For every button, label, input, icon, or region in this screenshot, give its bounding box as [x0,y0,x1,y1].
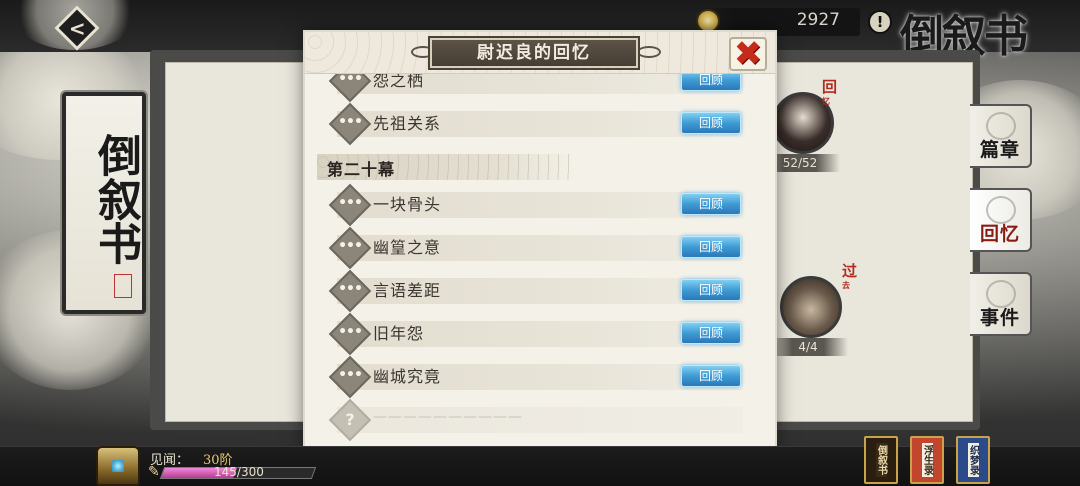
memory-item: ••• 先祖关系 回顾 [317,102,763,148]
tab-ornament-icon [986,112,1016,140]
review-button[interactable]: 回顾 [681,236,741,258]
chapter-title: 第二十幕 [327,160,396,179]
coin-icon [696,9,720,33]
memory-item-label: 先祖关系 [373,114,442,133]
memory-item-label: 幽篁之意 [373,238,442,257]
memory-item-label: 一块骨头 [373,195,442,214]
review-button[interactable]: 回顾 [681,279,741,301]
memory-item: ••• 一块骨头 回顾 [317,183,763,229]
review-button[interactable]: 回顾 [681,74,741,91]
tab-ornament-icon [986,196,1016,224]
back-arrow-icon: < [54,5,100,51]
close-icon: ✖ [733,34,763,74]
locked-memory-item: ? —————————— [317,398,763,444]
tab-events[interactable]: 事件 [970,272,1032,336]
dots-icon: ••• [338,367,363,383]
memory-modal: 尉迟良的回忆 ✖ ••• 怨之栖 回顾 ••• 先祖关系 回顾 第二十幕 •••… [305,32,775,450]
dots-icon: ••• [338,74,363,87]
book-icon-daoxushu[interactable]: 倒叙书 [864,436,898,484]
review-button[interactable]: 回顾 [681,322,741,344]
character-tag: 回忆 [822,78,838,107]
memory-item-label: 幽城究竟 [373,367,442,386]
title-ornament [637,46,661,58]
memory-list[interactable]: ••• 怨之栖 回顾 ••• 先祖关系 回顾 第二十幕 ••• 一块骨头 回顾 [317,74,763,444]
review-button[interactable]: 回顾 [681,365,741,387]
tab-ornament-icon [986,280,1016,308]
character-tag: 过去 [842,262,858,291]
memory-item-label: 言语差距 [373,281,442,300]
left-title-scroll: 倒叙书 [62,92,146,314]
dots-icon: ••• [338,114,363,130]
review-button[interactable]: 回顾 [681,112,741,134]
dots-icon: ••• [338,324,363,340]
character-progress: 4/4 [768,338,848,356]
question-mark-icon: ? [345,410,355,429]
memory-item-label: 旧年怨 [373,324,425,343]
currency-value: 2927 [796,10,840,30]
back-button[interactable]: < [52,5,102,51]
feather-icon: ✎ [148,464,160,480]
experience-progress: 145/300 [214,465,264,479]
review-button[interactable]: 回顾 [681,193,741,215]
memory-item: ••• 幽篁之意 回顾 [317,226,763,272]
book-icon-zhimenglu[interactable]: 织梦录 [956,436,990,484]
tab-chapters[interactable]: 篇章 [970,104,1032,168]
dots-icon: ••• [338,281,363,297]
book-icon-fushenglu[interactable]: 浮生录 [910,436,944,484]
tab-memories[interactable]: 回忆 [970,188,1032,252]
treasure-chest-icon[interactable] [96,446,140,486]
memory-item: ••• 旧年怨 回顾 [317,312,763,358]
memory-item: ••• 幽城究竟 回顾 [317,355,763,401]
seal-stamp [114,274,132,298]
character-portrait[interactable] [780,276,842,338]
left-scroll-title: 倒叙书 [90,133,141,265]
close-button[interactable]: ✖ [725,34,771,74]
memory-item-label: 怨之栖 [373,74,425,90]
modal-title: 尉迟良的回忆 [430,38,638,68]
memory-item: ••• 怨之栖 回顾 [317,74,763,105]
memory-item: ••• 言语差距 回顾 [317,269,763,315]
dots-icon: ••• [338,195,363,211]
locked-item-placeholder: —————————— [373,409,523,425]
dots-icon: ••• [338,238,363,254]
chapter-header: 第二十幕 [317,148,763,186]
info-icon[interactable]: ! [868,10,892,34]
